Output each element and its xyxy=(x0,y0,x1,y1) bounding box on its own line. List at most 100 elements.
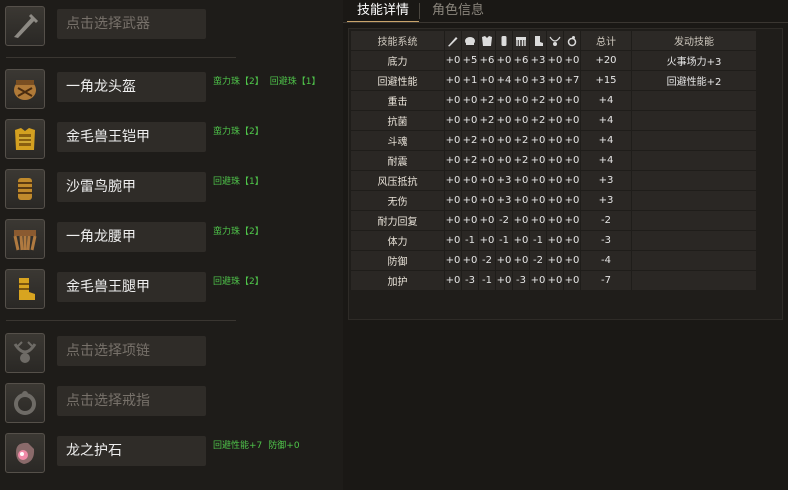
skill-point-cell: +0 xyxy=(462,171,478,190)
skill-point-cell: +0 xyxy=(479,131,495,150)
skill-name: 耐力回复 xyxy=(351,211,444,230)
skill-point-cell: -1 xyxy=(496,231,512,250)
waist-armor-icon xyxy=(515,36,527,47)
equipment-slot-weapon[interactable]: 点击选择武器 xyxy=(0,5,343,49)
equipment-name-chest[interactable]: 金毛兽王铠甲 xyxy=(57,122,206,152)
jewel-label: 回避性能+7 xyxy=(213,441,263,451)
leg-armor-icon[interactable] xyxy=(5,269,45,309)
activated-skill xyxy=(632,111,756,130)
section-divider xyxy=(6,57,236,58)
skill-point-cell: +0 xyxy=(530,151,546,170)
skill-point-cell: +0 xyxy=(547,131,563,150)
skill-point-cell: +0 xyxy=(479,151,495,170)
equipment-name-waist[interactable]: 一角龙腰甲 xyxy=(57,222,206,252)
equipment-slot-talisman[interactable]: 龙之护石 回避性能+7 防御+0 xyxy=(0,432,343,476)
skill-point-cell: +0 xyxy=(479,231,495,250)
equipment-slot-legs[interactable]: 金毛兽王腿甲 回避珠【2】 xyxy=(0,268,343,312)
equipment-slot-chest[interactable]: 金毛兽王铠甲 蛮力珠【2】 xyxy=(0,118,343,162)
chest-armor-icon[interactable] xyxy=(5,119,45,159)
skill-point-cell: +0 xyxy=(496,111,512,130)
skill-point-cell: -2 xyxy=(530,251,546,270)
waist-armor-icon[interactable] xyxy=(5,219,45,259)
jewel-label: 蛮力珠【2】 xyxy=(213,127,264,137)
skill-point-cell: +0 xyxy=(496,51,512,70)
weapon-placeholder-icon[interactable] xyxy=(5,6,45,46)
jewel-list: 回避性能+7 防御+0 xyxy=(213,438,306,451)
skill-name: 耐震 xyxy=(351,151,444,170)
skill-point-cell: +5 xyxy=(462,51,478,70)
equipment-name-weapon[interactable]: 点击选择武器 xyxy=(57,9,206,39)
table-row: 风压抵抗 +0 +0 +0 +3 +0 +0 +0 +0 +3 xyxy=(351,171,756,190)
tab-separator xyxy=(419,3,420,19)
skill-total: -3 xyxy=(581,231,631,250)
helmet-icon[interactable] xyxy=(5,69,45,109)
skill-point-cell: +0 xyxy=(564,51,580,70)
skill-point-cell: +0 xyxy=(564,91,580,110)
arm-guard-icon xyxy=(498,35,510,47)
header-chest-armor-icon xyxy=(479,31,495,50)
activated-skill: 回避性能+2 xyxy=(632,71,756,90)
skill-point-cell: +3 xyxy=(496,171,512,190)
skill-point-cell: +0 xyxy=(564,111,580,130)
skill-point-cell: -1 xyxy=(462,231,478,250)
skill-point-cell: +0 xyxy=(479,71,495,90)
necklace-placeholder-icon[interactable] xyxy=(5,333,45,373)
skill-point-cell: -1 xyxy=(479,271,495,290)
arm-guard-icon[interactable] xyxy=(5,169,45,209)
equipment-panel: 点击选择武器 一角龙头盔 蛮力珠【2】 回避珠【1】 金毛兽王铠甲 蛮力珠【2】 沙雷鸟腕甲… xyxy=(0,0,344,490)
skill-point-cell: +2 xyxy=(479,91,495,110)
equipment-name-necklace[interactable]: 点击选择项链 xyxy=(57,336,206,366)
equipment-name-ring[interactable]: 点击选择戒指 xyxy=(57,386,206,416)
equipment-name-helm[interactable]: 一角龙头盔 xyxy=(57,72,206,102)
header-leg-armor-icon xyxy=(530,31,546,50)
skill-total: -4 xyxy=(581,251,631,270)
equipment-name-talisman[interactable]: 龙之护石 xyxy=(57,436,206,466)
equipment-slot-waist[interactable]: 一角龙腰甲 蛮力珠【2】 xyxy=(0,218,343,262)
skill-point-cell: +0 xyxy=(564,131,580,150)
ring-placeholder-icon[interactable] xyxy=(5,383,45,423)
skill-point-cell: +0 xyxy=(445,251,461,270)
skill-point-cell: +0 xyxy=(513,91,529,110)
activated-skill xyxy=(632,151,756,170)
skill-point-cell: +0 xyxy=(462,91,478,110)
tab-skill-details[interactable]: 技能详情 xyxy=(347,0,420,23)
header-skill-system: 技能系统 xyxy=(351,31,444,50)
skill-point-cell: +0 xyxy=(547,251,563,270)
skill-total: +3 xyxy=(581,191,631,210)
equipment-slot-helm[interactable]: 一角龙头盔 蛮力珠【2】 回避珠【1】 xyxy=(0,68,343,112)
equipment-slot-necklace[interactable]: 点击选择项链 xyxy=(0,332,343,376)
skill-point-cell: +0 xyxy=(564,251,580,270)
table-row: 体力 +0 -1 +0 -1 +0 -1 +0 +0 -3 xyxy=(351,231,756,250)
table-row: 耐力回复 +0 +0 +0 -2 +0 +0 +0 +0 -2 xyxy=(351,211,756,230)
table-row: 斗魂 +0 +2 +0 +0 +2 +0 +0 +0 +4 xyxy=(351,131,756,150)
equipment-slot-arms[interactable]: 沙雷鸟腕甲 回避珠【1】 xyxy=(0,168,343,212)
skill-point-cell: +0 xyxy=(496,151,512,170)
skill-point-cell: -2 xyxy=(479,251,495,270)
talisman-icon[interactable] xyxy=(5,433,45,473)
skill-name: 斗魂 xyxy=(351,131,444,150)
equipment-name-arms[interactable]: 沙雷鸟腕甲 xyxy=(57,172,206,202)
skill-point-cell: +2 xyxy=(462,151,478,170)
skill-point-cell: +0 xyxy=(547,91,563,110)
table-row: 底力 +0 +5 +6 +0 +6 +3 +0 +0 +20 火事场力+3 xyxy=(351,51,756,70)
skill-point-cell: +0 xyxy=(513,171,529,190)
skill-point-cell: +0 xyxy=(564,211,580,230)
skill-point-cell: +0 xyxy=(530,191,546,210)
equipment-slot-ring[interactable]: 点击选择戒指 xyxy=(0,382,343,426)
tab-bar: 技能详情 角色信息 xyxy=(343,0,788,23)
skill-point-cell: +0 xyxy=(479,171,495,190)
skill-point-cell: +0 xyxy=(513,211,529,230)
jewel-label: 回避珠【1】 xyxy=(269,77,321,87)
table-row: 无伤 +0 +0 +0 +3 +0 +0 +0 +0 +3 xyxy=(351,191,756,210)
skill-name: 加护 xyxy=(351,271,444,290)
skill-total: +20 xyxy=(581,51,631,70)
skill-point-cell: +0 xyxy=(445,151,461,170)
skill-point-cell: +0 xyxy=(547,191,563,210)
skill-point-cell: +0 xyxy=(513,251,529,270)
tab-character-info[interactable]: 角色信息 xyxy=(422,0,494,21)
table-row: 回避性能 +0 +1 +0 +4 +0 +3 +0 +7 +15 回避性能+2 xyxy=(351,71,756,90)
header-activated-skill: 发动技能 xyxy=(632,31,756,50)
skill-point-cell: +0 xyxy=(445,111,461,130)
weapon-icon xyxy=(447,36,459,47)
equipment-name-legs[interactable]: 金毛兽王腿甲 xyxy=(57,272,206,302)
